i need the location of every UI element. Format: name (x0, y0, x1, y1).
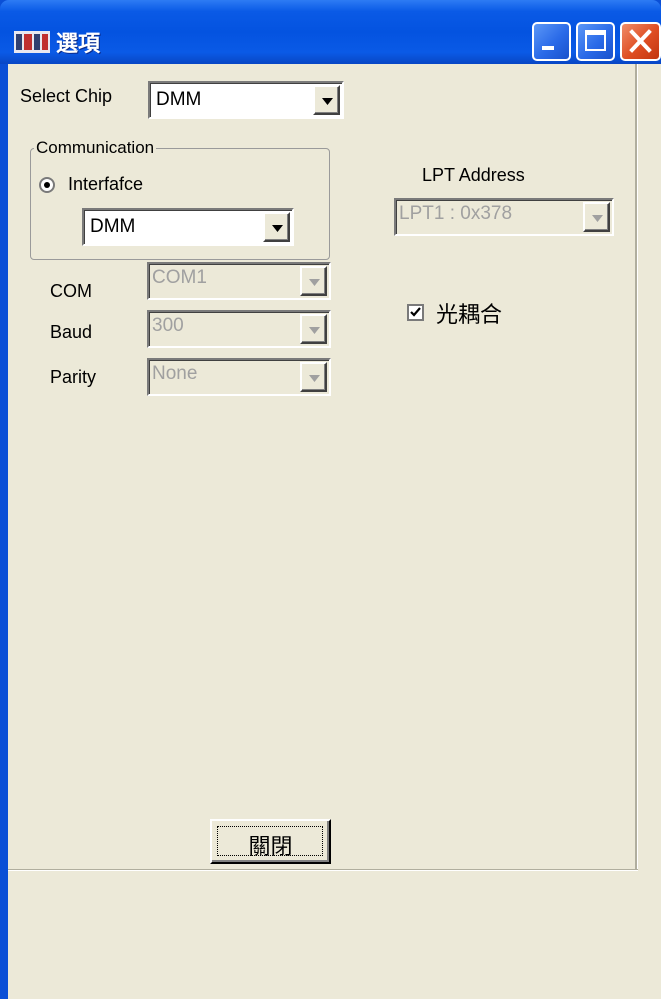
window-title: 選項 (56, 32, 101, 57)
baud-dropdown[interactable]: 300 (147, 310, 331, 348)
chevron-down-icon (309, 327, 320, 334)
title-bar[interactable]: 選項 (0, 0, 661, 64)
com-label: COM (50, 281, 92, 301)
baud-value: 300 (152, 315, 184, 336)
interface-dropdown[interactable]: DMM (82, 208, 294, 246)
lpt-address-value: LPT1 : 0x378 (399, 203, 513, 224)
close-icon (629, 29, 652, 53)
parity-arrow[interactable] (300, 362, 327, 392)
maximize-icon (585, 30, 606, 51)
chevron-down-icon (309, 375, 320, 382)
chevron-down-icon (592, 215, 603, 222)
checkmark-icon (410, 307, 421, 317)
chevron-down-icon (322, 98, 333, 105)
baud-arrow[interactable] (300, 314, 327, 344)
interface-radio-label[interactable]: Interfafce (68, 174, 143, 195)
parity-label: Parity (50, 367, 97, 387)
interface-arrow[interactable] (263, 212, 290, 242)
interface-value: DMM (90, 216, 136, 237)
chevron-down-icon (309, 279, 320, 286)
baud-label: Baud (50, 322, 93, 342)
com-arrow[interactable] (300, 266, 327, 296)
maximize-button[interactable] (576, 22, 615, 61)
parity-value: None (152, 363, 198, 384)
lpt-address-dropdown[interactable]: LPT1 : 0x378 (394, 198, 614, 236)
close-button[interactable]: 關閉 (210, 819, 331, 864)
communication-group-title: Communication (34, 138, 157, 158)
chevron-down-icon (272, 225, 283, 232)
com-value: COM1 (152, 267, 207, 288)
minimize-icon (542, 46, 554, 50)
dialog-client-area: Select Chip DMM Communication Interfafce… (8, 64, 661, 999)
interface-radio[interactable] (39, 177, 55, 193)
radio-selected-dot (44, 182, 50, 188)
minimize-button[interactable] (532, 22, 571, 61)
select-chip-arrow[interactable] (313, 85, 340, 115)
options-window: 選項 Select Chip DMM Communication Interfa… (0, 0, 661, 999)
select-chip-value: DMM (156, 89, 202, 110)
close-window-button[interactable] (620, 22, 661, 61)
optocoupler-label[interactable]: 光耦合 (436, 297, 502, 329)
parity-dropdown[interactable]: None (147, 358, 331, 396)
select-chip-dropdown[interactable]: DMM (148, 81, 344, 119)
vertical-separator (635, 64, 638, 869)
app-icon (14, 31, 50, 53)
lpt-address-label: LPT Address (422, 165, 525, 185)
lpt-address-arrow[interactable] (583, 202, 610, 232)
close-button-label: 關閉 (248, 835, 293, 860)
com-dropdown[interactable]: COM1 (147, 262, 331, 300)
select-chip-label: Select Chip (20, 86, 113, 106)
optocoupler-checkbox[interactable] (407, 304, 424, 321)
horizontal-separator (8, 869, 638, 871)
